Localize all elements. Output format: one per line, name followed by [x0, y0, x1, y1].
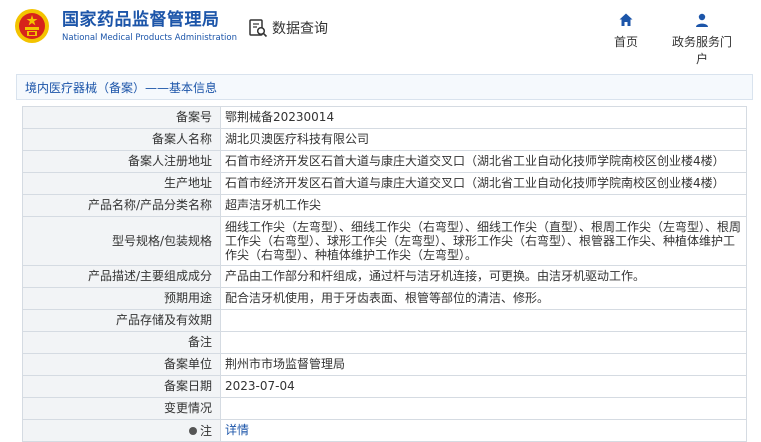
table-row: 预期用途 配合洁牙机使用，用于牙齿表面、根管等部位的清洁、修形。 [22, 288, 747, 310]
field-label: 备案人注册地址 [23, 151, 221, 172]
field-value: 荆州市市场监督管理局 [225, 357, 346, 371]
table-row: 产品名称/产品分类名称 超声洁牙机工作尖 [22, 195, 747, 217]
field-value [221, 398, 746, 419]
data-query-label: 数据查询 [272, 21, 328, 37]
note-row: 注 详情 [22, 420, 747, 442]
field-label: 预期用途 [23, 288, 221, 309]
field-value: 石首市经济开发区石首大道与康庄大道交叉口（湖北省工业自动化技师学院南校区创业楼4… [225, 176, 725, 190]
field-value: 细线工作尖（左弯型）、细线工作尖（右弯型）、细线工作尖（直型）、根周工作尖（左弯… [225, 220, 742, 262]
site-title-en: National Medical Products Administration [62, 33, 237, 43]
field-value [221, 310, 746, 331]
note-label: 注 [199, 423, 212, 438]
field-label: 生产地址 [23, 173, 221, 194]
field-value: 产品由工作部分和杆组成，通过杆与洁牙机连接，可更换。由洁牙机驱动工作。 [225, 269, 646, 283]
field-label: 备案号 [23, 107, 221, 128]
table-row: 变更情况 [22, 398, 747, 420]
data-query-heading: 数据查询 [248, 18, 328, 38]
field-label: 产品描述/主要组成成分 [23, 266, 221, 287]
field-value: 配合洁牙机使用，用于牙齿表面、根管等部位的清洁、修形。 [225, 291, 550, 305]
data-query-icon [249, 19, 268, 38]
table-row: 备案人注册地址 石首市经济开发区石首大道与康庄大道交叉口（湖北省工业自动化技师学… [22, 151, 747, 173]
nav-service-portal-label: 政务服务门户 [671, 35, 732, 66]
details-link[interactable]: 详情 [221, 420, 746, 441]
home-icon [619, 13, 633, 26]
main-content: 境内医疗器械（备案）——基本信息 备案号 鄂荆械备20230014 备案人名称 … [16, 74, 753, 442]
site-header: 国家药品监督管理局 National Medical Products Admi… [0, 0, 761, 66]
field-value: 石首市经济开发区石首大道与康庄大道交叉口（湖北省工业自动化技师学院南校区创业楼4… [225, 154, 725, 168]
field-value: 鄂荆械备20230014 [225, 110, 335, 124]
field-value [221, 332, 746, 353]
table-row: 备案日期 2023-07-04 [22, 376, 747, 398]
field-label: 产品名称/产品分类名称 [23, 195, 221, 216]
breadcrumb: 境内医疗器械（备案）——基本信息 [16, 74, 753, 100]
field-value: 湖北贝澳医疗科技有限公司 [225, 132, 370, 146]
field-value: 2023-07-04 [225, 379, 295, 393]
table-row: 生产地址 石首市经济开发区石首大道与康庄大道交叉口（湖北省工业自动化技师学院南校… [22, 173, 747, 195]
nav-home-label: 首页 [613, 35, 638, 49]
table-row: 备案单位 荆州市市场监督管理局 [22, 354, 747, 376]
field-label: 备注 [23, 332, 221, 353]
table-row: 产品存储及有效期 [22, 310, 747, 332]
field-label: 型号规格/包装规格 [23, 217, 221, 265]
table-row: 产品描述/主要组成成分 产品由工作部分和杆组成，通过杆与洁牙机连接，可更换。由洁… [22, 266, 747, 288]
field-value: 超声洁牙机工作尖 [225, 198, 322, 212]
field-label: 变更情况 [23, 398, 221, 419]
field-label: 备案日期 [23, 376, 221, 397]
note-label-cell: 注 [23, 420, 221, 441]
table-row: 备案号 鄂荆械备20230014 [22, 107, 747, 129]
nav-service-portal[interactable]: 政务服务门户 [667, 12, 737, 67]
table-row: 备案人名称 湖北贝澳医疗科技有限公司 [22, 129, 747, 151]
national-emblem-icon [15, 9, 49, 43]
site-title: 国家药品监督管理局 [62, 10, 220, 30]
field-label: 备案单位 [23, 354, 221, 375]
user-icon [696, 13, 708, 27]
site-brand[interactable]: 国家药品监督管理局 National Medical Products Admi… [62, 10, 237, 43]
bullet-icon [188, 426, 197, 435]
detail-table: 备案号 鄂荆械备20230014 备案人名称 湖北贝澳医疗科技有限公司 备案人注… [22, 106, 747, 442]
field-label: 备案人名称 [23, 129, 221, 150]
field-label: 产品存储及有效期 [23, 310, 221, 331]
table-row: 型号规格/包装规格 细线工作尖（左弯型）、细线工作尖（右弯型）、细线工作尖（直型… [22, 217, 747, 266]
table-row: 备注 [22, 332, 747, 354]
nav-home[interactable]: 首页 [591, 12, 661, 50]
